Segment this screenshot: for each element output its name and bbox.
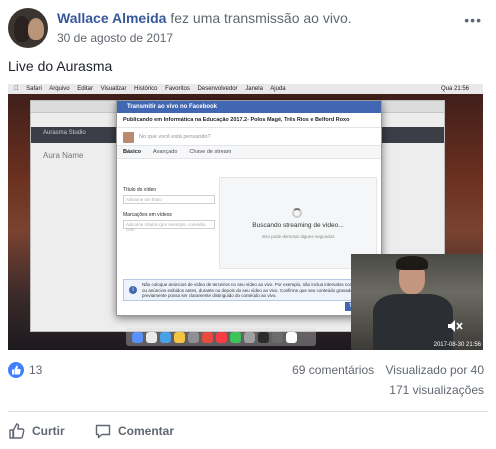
- tab-basic: Básico: [123, 149, 142, 155]
- thumbs-up-outline-icon: [9, 423, 25, 439]
- mac-menu-item: Safari: [20, 86, 42, 92]
- post-action-text: fez uma transmissão ao vivo.: [170, 10, 352, 26]
- tab-stream-key: Chave de stream: [189, 149, 232, 155]
- mac-dock: [126, 328, 316, 346]
- reaction-count[interactable]: 13: [29, 363, 42, 377]
- mac-menu-item: Visualizar: [94, 86, 127, 92]
- thumbs-up-icon[interactable]: [8, 362, 24, 378]
- divider: [8, 411, 488, 412]
- mac-menu-item: Arquivo: [43, 86, 69, 92]
- dialog-publish-target: Publicando em Informática na Educação 20…: [117, 113, 381, 128]
- mac-clock: Qua 21:56: [440, 86, 469, 92]
- more-options-icon[interactable]: •••: [464, 12, 482, 28]
- title-field-label: Título do vídeo: [123, 187, 157, 193]
- author-avatar[interactable]: [8, 8, 48, 48]
- mac-menu-item: Favoritos: [159, 86, 190, 92]
- dialog-title: Transmitir ao vivo no Facebook: [117, 101, 381, 113]
- dialog-status-placeholder: No que você está pensando?: [117, 128, 381, 146]
- mac-menu-bar:  Safari Arquivo Editar Visualizar Histó…: [8, 84, 483, 94]
- tags-field: Adicione rótulos (por exemplo, comédia, …: [123, 220, 215, 232]
- video-timestamp: 2017-08-30 21:56: [433, 342, 481, 348]
- comment-button[interactable]: Comentar: [94, 421, 174, 441]
- preview-subtitle: Isso pode demorar alguns segundos: [261, 234, 335, 239]
- mac-menu-item: Janela: [239, 86, 263, 92]
- ads-notice: Não coloque anúncios de vídeo de terceir…: [123, 279, 377, 301]
- studio-logo: Aurasma Studio: [43, 130, 86, 136]
- like-button-label: Curtir: [32, 424, 65, 438]
- title-field: Adicione um título: [123, 195, 215, 204]
- view-count: 171 visualizações: [389, 383, 484, 397]
- post-header: Wallace Almeida fez uma transmissão ao v…: [57, 10, 352, 26]
- mac-menu-item: Ajuda: [264, 86, 285, 92]
- like-button[interactable]: Curtir: [8, 421, 65, 441]
- tags-field-label: Marcações em vídeos: [123, 212, 172, 218]
- webcam-overlay: [351, 254, 483, 350]
- studio-aura-name-field: Aura Name: [43, 151, 84, 160]
- live-video-post: Wallace Almeida fez uma transmissão ao v…: [0, 0, 496, 449]
- preview-title: Buscando streaming de vídeo...: [252, 222, 344, 229]
- tab-advanced: Avançado: [153, 149, 178, 155]
- facebook-live-dialog: Transmitir ao vivo no Facebook Publicand…: [116, 100, 382, 316]
- post-text: Live do Aurasma: [8, 58, 113, 74]
- dialog-form: Título do vídeo Adicione um título Marca…: [123, 187, 217, 237]
- mac-menu-item: Histórico: [127, 86, 157, 92]
- mac-menu-item: Editar: [71, 86, 93, 92]
- loading-spinner-icon: [292, 208, 302, 218]
- comment-bubble-icon: [95, 424, 111, 439]
- muted-speaker-icon[interactable]: [447, 319, 463, 336]
- post-date-link[interactable]: 30 de agosto de 2017: [57, 31, 173, 45]
- author-name-link[interactable]: Wallace Almeida: [57, 10, 166, 26]
- dialog-tabs: Básico Avançado Chave de stream: [117, 146, 381, 159]
- viewed-by-link[interactable]: Visualizado por 40: [385, 363, 484, 377]
- comment-button-label: Comentar: [118, 424, 175, 438]
- engagement-stats: 69 comentários Visualizado por 40: [292, 363, 484, 377]
- comment-count-link[interactable]: 69 comentários: [292, 363, 374, 377]
- mac-menu-item: Desenvolvedor: [191, 86, 238, 92]
- video-player[interactable]:  Safari Arquivo Editar Visualizar Histó…: [8, 84, 483, 350]
